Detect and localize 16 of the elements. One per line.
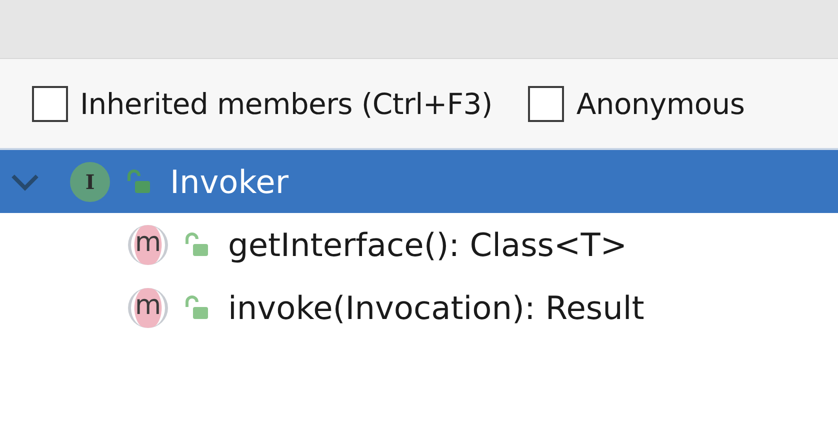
- tree-row[interactable]: m invoke(Invocation): Result: [0, 276, 838, 339]
- padlock-icon: [126, 168, 152, 194]
- method-icon: m: [128, 224, 168, 264]
- tree-row[interactable]: I Invoker: [0, 150, 838, 213]
- tree-row[interactable]: m getInterface(): Class<T>: [0, 213, 838, 276]
- interface-icon: I: [70, 162, 110, 202]
- padlock-icon: [184, 294, 210, 320]
- checkbox-label: Anonymous: [576, 86, 745, 120]
- tree-item-label: invoke(Invocation): Result: [228, 288, 644, 326]
- method-icon: m: [128, 288, 168, 328]
- tree-item-label: getInterface(): Class<T>: [228, 226, 628, 264]
- tree-item-label: Invoker: [170, 162, 288, 200]
- checkbox-label: Inherited members (Ctrl+F3): [80, 86, 492, 120]
- checkbox[interactable]: [528, 86, 564, 122]
- padlock-icon: [184, 232, 210, 258]
- checkbox[interactable]: [32, 86, 68, 122]
